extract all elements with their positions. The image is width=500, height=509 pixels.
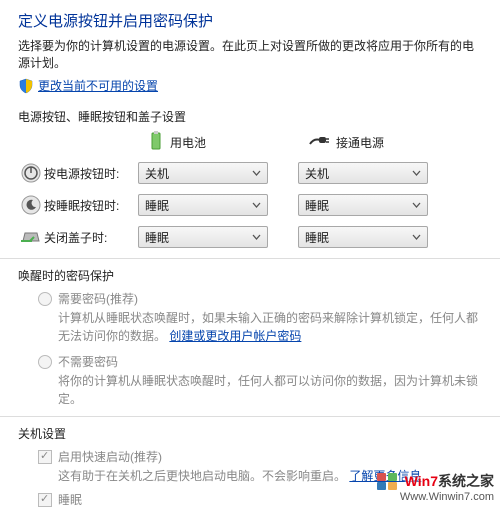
page-subtitle: 选择要为你的计算机设置的电源设置。在此页上对设置所做的更改将应用于你所有的电源计…: [18, 37, 482, 71]
no-password-radio: [38, 355, 52, 369]
buttons-section-label: 电源按钮、睡眠按钮和盖子设置: [18, 108, 482, 125]
battery-header: 用电池: [170, 134, 206, 151]
power-ac-dropdown[interactable]: 关机: [298, 162, 428, 184]
chevron-down-icon: [412, 234, 421, 240]
lid-close-row: 关闭盖子时: 睡眠 睡眠: [18, 226, 482, 248]
power-icon: [18, 163, 44, 183]
chevron-down-icon: [252, 202, 261, 208]
battery-icon: [148, 131, 164, 154]
divider: [0, 416, 500, 417]
require-password-label: 需要密码(推荐): [58, 290, 138, 307]
shield-icon: [18, 78, 34, 94]
power-button-label: 按电源按钮时:: [44, 165, 138, 182]
sleep-checkbox: [38, 493, 52, 507]
lid-ac-dropdown[interactable]: 睡眠: [298, 226, 428, 248]
sleep-button-row: 按睡眠按钮时: 睡眠 睡眠: [18, 194, 482, 216]
learn-more-link[interactable]: 了解更多信息: [349, 469, 421, 483]
power-battery-dropdown[interactable]: 关机: [138, 162, 268, 184]
page-title: 定义电源按钮并启用密码保护: [18, 0, 482, 37]
fast-startup-desc: 这有助于在关机之后更快地启动电脑。不会影响重启。 了解更多信息: [38, 467, 482, 485]
sleep-checkbox-label: 睡眠: [58, 491, 82, 508]
chevron-down-icon: [412, 202, 421, 208]
change-unavailable-link[interactable]: 更改当前不可用的设置: [38, 77, 158, 94]
plug-icon: [308, 134, 330, 151]
sleep-button-label: 按睡眠按钮时:: [44, 197, 138, 214]
ac-header: 接通电源: [336, 134, 384, 151]
moon-icon: [18, 195, 44, 215]
no-password-desc: 将你的计算机从睡眠状态唤醒时，任何人都可以访问你的数据，因为计算机未锁定。: [38, 372, 482, 408]
lid-close-label: 关闭盖子时:: [44, 229, 138, 246]
require-password-radio: [38, 292, 52, 306]
lid-battery-dropdown[interactable]: 睡眠: [138, 226, 268, 248]
power-button-row: 按电源按钮时: 关机 关机: [18, 162, 482, 184]
create-change-password-link[interactable]: 创建或更改用户帐户密码: [169, 329, 301, 343]
sleep-ac-dropdown[interactable]: 睡眠: [298, 194, 428, 216]
no-password-label: 不需要密码: [58, 353, 118, 370]
sleep-battery-dropdown[interactable]: 睡眠: [138, 194, 268, 216]
shutdown-section-label: 关机设置: [18, 425, 482, 442]
fast-startup-checkbox: [38, 450, 52, 464]
wake-section-label: 唤醒时的密码保护: [18, 267, 482, 284]
require-password-desc: 计算机从睡眠状态唤醒时，如果未输入正确的密码来解除计算机锁定，任何人都无法访问你…: [38, 309, 482, 345]
divider: [0, 258, 500, 259]
chevron-down-icon: [252, 234, 261, 240]
chevron-down-icon: [412, 170, 421, 176]
lid-icon: [18, 229, 44, 245]
fast-startup-label: 启用快速启动(推荐): [58, 448, 162, 465]
chevron-down-icon: [252, 170, 261, 176]
